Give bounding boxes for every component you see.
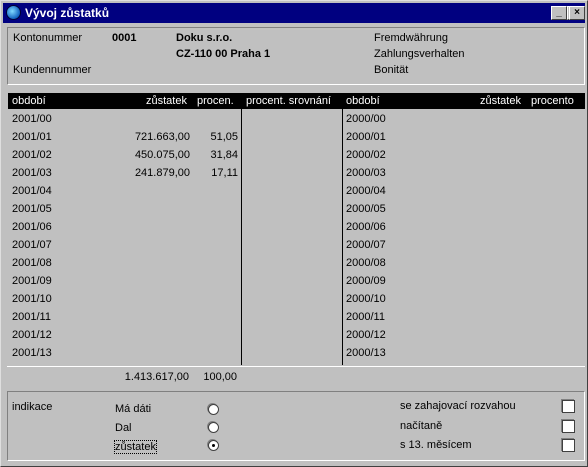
table-row[interactable]: 2001/01 721.663,00 51,05 2000/01: [8, 129, 585, 147]
cell-period: 2001/00: [12, 113, 52, 125]
column-header-percent[interactable]: procen.: [197, 95, 234, 107]
total-percent: 100,00: [203, 371, 237, 383]
cell-prev-period: 2000/00: [346, 113, 386, 125]
cell-period: 2001/10: [12, 293, 52, 305]
column-header-prev-percent[interactable]: procento: [531, 95, 574, 107]
cell-prev-period: 2000/13: [346, 347, 386, 359]
window-title: Vývoj zůstatků: [25, 6, 110, 20]
option-credit-radio[interactable]: [208, 422, 219, 433]
cell-period: 2001/09: [12, 275, 52, 287]
table-row[interactable]: 2001/05 2000/05: [8, 201, 585, 219]
cell-prev-period: 2000/11: [346, 311, 385, 323]
option-debit-label[interactable]: Má dáti: [115, 403, 151, 415]
cell-percent: 51,05: [210, 131, 238, 143]
cell-period: 2001/13: [12, 347, 52, 359]
cell-period: 2001/11: [12, 311, 51, 323]
table-row[interactable]: 2001/02 450.075,00 31,84 2000/02: [8, 147, 585, 165]
column-header-percent-compare[interactable]: procent. srovnání: [246, 95, 331, 107]
totals-bar: 1.413.617,00 100,00: [7, 366, 585, 386]
app-icon: [6, 5, 21, 20]
column-header-prev-period[interactable]: období: [346, 95, 380, 107]
title-bar[interactable]: Vývoj zůstatků _ □: [3, 3, 585, 23]
opening-balance-checkbox[interactable]: [562, 400, 575, 413]
cumulative-label[interactable]: načítaně: [400, 420, 442, 432]
account-number-label: Kontonummer: [13, 32, 83, 44]
company-name: Doku s.r.o.: [176, 32, 233, 44]
cell-period: 2001/08: [12, 257, 52, 269]
close-button[interactable]: ×: [569, 6, 585, 20]
cumulative-checkbox[interactable]: [562, 420, 575, 433]
foreign-currency-label: Fremdwährung: [374, 32, 448, 44]
cell-prev-period: 2000/10: [346, 293, 386, 305]
table-row[interactable]: 2001/09 2000/09: [8, 273, 585, 291]
option-balance-radio[interactable]: [208, 440, 219, 451]
indication-label: indikace: [12, 401, 53, 413]
cell-prev-period: 2000/02: [346, 149, 386, 161]
cell-balance: 450.075,00: [134, 149, 190, 161]
cell-prev-period: 2000/05: [346, 203, 386, 215]
cell-period: 2001/05: [12, 203, 52, 215]
cell-prev-period: 2000/07: [346, 239, 386, 251]
cell-percent: 17,11: [211, 167, 238, 179]
cell-prev-period: 2000/06: [346, 221, 386, 233]
cell-period: 2001/02: [12, 149, 52, 161]
cell-prev-period: 2000/03: [346, 167, 386, 179]
company-address: CZ-110 00 Praha 1: [176, 48, 271, 60]
minimize-button[interactable]: _: [551, 6, 567, 20]
column-header-balance[interactable]: zůstatek: [146, 95, 187, 107]
cell-balance: 721.663,00: [134, 131, 190, 143]
cell-period: 2001/04: [12, 185, 52, 197]
account-info-panel: Kontonummer 0001 Doku s.r.o. CZ-110 00 P…: [7, 27, 585, 85]
cell-prev-period: 2000/09: [346, 275, 386, 287]
table-row[interactable]: 2001/10 2000/10: [8, 291, 585, 309]
cell-prev-period: 2000/01: [346, 131, 386, 143]
total-balance: 1.413.617,00: [124, 371, 189, 383]
table-row[interactable]: 2001/00 2000/00: [8, 111, 585, 129]
cell-balance: 241.879,00: [134, 167, 190, 179]
table-row[interactable]: 2001/11 2000/11: [8, 309, 585, 327]
cell-period: 2001/12: [12, 329, 52, 341]
cell-period: 2001/07: [12, 239, 52, 251]
balance-trend-window: Vývoj zůstatků _ □ × Kontonummer 0001 Do…: [0, 0, 588, 467]
payment-behavior-label: Zahlungsverhalten: [374, 48, 465, 60]
table-row[interactable]: 2001/04 2000/04: [8, 183, 585, 201]
cell-percent: 31,84: [210, 149, 238, 161]
cell-period: 2001/01: [12, 131, 52, 143]
customer-number-label: Kundennummer: [13, 64, 92, 76]
cell-prev-period: 2000/08: [346, 257, 386, 269]
indication-panel: indikace Má dáti Dal zůstatek se zahajov…: [7, 391, 585, 461]
grid-header: období zůstatek procen. procent. srovnán…: [8, 93, 585, 109]
credit-rating-label: Bonität: [374, 64, 409, 76]
table-row[interactable]: 2001/08 2000/08: [8, 255, 585, 273]
opening-balance-label[interactable]: se zahajovací rozvahou: [400, 400, 516, 412]
cell-prev-period: 2000/04: [346, 185, 386, 197]
option-credit-label[interactable]: Dal: [115, 422, 132, 434]
cell-prev-period: 2000/12: [346, 329, 386, 341]
thirteenth-month-label[interactable]: s 13. měsícem: [400, 439, 472, 451]
column-header-prev-balance[interactable]: zůstatek: [480, 95, 521, 107]
table-row[interactable]: 2001/13 2000/13: [8, 345, 585, 363]
account-number-value: 0001: [112, 32, 137, 44]
table-row[interactable]: 2001/03 241.879,00 17,11 2000/03: [8, 165, 585, 183]
option-debit-radio[interactable]: [208, 404, 219, 415]
balance-grid: období zůstatek procen. procent. srovnán…: [8, 93, 585, 365]
column-header-period[interactable]: období: [12, 95, 46, 107]
option-balance-label[interactable]: zůstatek: [114, 440, 157, 454]
cell-period: 2001/03: [12, 167, 52, 179]
thirteenth-month-checkbox[interactable]: [562, 439, 575, 452]
table-row[interactable]: 2001/06 2000/06: [8, 219, 585, 237]
table-row[interactable]: 2001/07 2000/07: [8, 237, 585, 255]
cell-period: 2001/06: [12, 221, 52, 233]
table-row[interactable]: 2001/12 2000/12: [8, 327, 585, 345]
